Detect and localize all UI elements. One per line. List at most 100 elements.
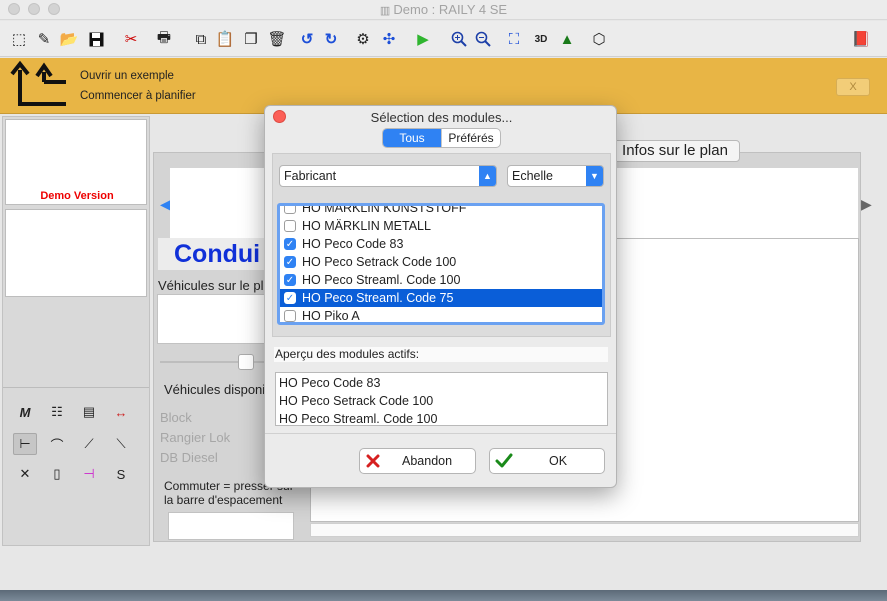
chevron-down-icon: ▲ <box>479 166 496 186</box>
m-tool-icon[interactable]: M <box>13 401 37 423</box>
demo-version-label: Demo Version <box>40 190 114 202</box>
switch-left-icon[interactable]: ⟋ <box>77 433 101 455</box>
dialog-title: Sélection des modules... <box>370 110 513 125</box>
crossing-icon[interactable]: ✕ <box>13 463 37 485</box>
ok-button-label: OK <box>549 454 568 468</box>
zoom-in-icon[interactable] <box>448 28 470 50</box>
module-list[interactable]: HO MÄRKLIN KUNSTSTOFF HO MÄRKLIN METALL … <box>277 203 605 325</box>
list-item[interactable]: HO Piko A <box>280 307 602 322</box>
scale-select-value: Echelle <box>512 169 553 183</box>
hint-input-box[interactable] <box>168 512 294 540</box>
banner-close-button[interactable]: X <box>836 78 870 96</box>
app-icon: ▥ <box>379 5 394 17</box>
checkbox[interactable] <box>284 206 296 214</box>
vehicles-available-label: Véhicules disponi <box>164 382 266 397</box>
active-module-item: HO Peco Code 83 <box>279 376 381 390</box>
new-icon[interactable]: ⬚ <box>8 28 30 50</box>
preview-box: Demo Version <box>5 119 147 205</box>
list-item-selected[interactable]: ✓ HO Peco Streaml. Code 75 <box>280 289 602 307</box>
open-example-link[interactable]: Ouvrir un exemple <box>80 70 174 82</box>
delete-icon[interactable]: 🗑 <box>266 28 288 50</box>
cancel-button-label: Abandon <box>402 454 453 468</box>
filter-segmented-control: Tous Préférés <box>382 128 501 148</box>
3d-icon[interactable]: 3D <box>530 28 552 50</box>
signal-icon[interactable]: ⊣ <box>77 463 101 485</box>
redo-icon[interactable]: ↻ <box>320 28 342 50</box>
checkbox-checked[interactable]: ✓ <box>284 256 296 268</box>
list-item[interactable]: ✓ HO Peco Streaml. Code 100 <box>280 271 602 289</box>
horizontal-scrollbar[interactable] <box>310 523 859 537</box>
start-planning-link[interactable]: Commencer à planifier <box>80 90 196 102</box>
paste-icon[interactable]: 📋 <box>214 28 236 50</box>
active-modules-list[interactable]: HO Peco Code 83 HO Peco Setrack Code 100… <box>275 372 608 426</box>
toolbar: ⬚ ✎ 📂 ✂ 🖶 ⧉ 📋 ❐ 🗑 ↺ ↻ ⚙ ✣ ▶ ⛶ 3D ▲ ⬡ 📕 <box>0 21 887 57</box>
curve-track-icon[interactable]: ⌒ <box>45 433 69 455</box>
print-icon[interactable]: 🖶 <box>153 28 175 50</box>
duplicate-icon[interactable]: ❐ <box>240 28 262 50</box>
desktop-background <box>0 590 887 601</box>
straight-track-icon[interactable]: ⊢ <box>13 433 37 455</box>
vehicle-item[interactable]: DB Diesel <box>160 450 218 465</box>
copy-icon[interactable]: ⧉ <box>190 28 212 50</box>
vehicles-on-plan-list[interactable] <box>157 294 267 344</box>
scale-select[interactable]: Echelle ▼ <box>507 165 604 187</box>
list-item[interactable]: ✓ HO Peco Code 83 <box>280 235 602 253</box>
box-icon[interactable]: ⬡ <box>588 28 610 50</box>
left-panel: Demo Version M ☷ ▤ ↔ ⊢ ⌒ ⟋ ⟍ ✕ ▯ ⊣ S <box>2 116 150 546</box>
zoom-out-icon[interactable] <box>472 28 494 50</box>
tab-preferes[interactable]: Préférés <box>441 129 500 147</box>
connector-tool-icon[interactable]: ↔ <box>109 401 133 423</box>
list-item[interactable]: HO MÄRKLIN KUNSTSTOFF <box>280 206 602 217</box>
vehicle-item[interactable]: Block <box>160 410 192 425</box>
cut-icon[interactable]: ✂ <box>120 28 142 50</box>
list-item[interactable]: HO MÄRKLIN METALL <box>280 217 602 235</box>
scroll-right-icon[interactable]: ▶ <box>861 196 872 213</box>
tab-tous[interactable]: Tous <box>383 129 441 147</box>
cancel-button[interactable]: Abandon <box>359 448 476 474</box>
vehicle-item[interactable]: Rangier Lok <box>160 430 230 445</box>
checkbox[interactable] <box>284 310 296 322</box>
checkbox[interactable] <box>284 220 296 232</box>
ok-button[interactable]: OK <box>489 448 605 474</box>
window-title-text: Demo : RAILY 4 SE <box>393 2 508 17</box>
switch-hint-line-2: la barre d'espacement <box>164 493 283 507</box>
module-selection-dialog: Sélection des modules... Tous Préférés F… <box>264 105 617 488</box>
folder-icon[interactable]: 📂 <box>58 28 80 50</box>
chevron-down-icon: ▼ <box>586 166 603 186</box>
checkbox-checked[interactable]: ✓ <box>284 238 296 250</box>
panel-divider <box>3 387 149 388</box>
speed-slider-thumb[interactable] <box>238 354 254 370</box>
return-arrow-icon <box>10 60 66 106</box>
fit-icon[interactable]: ⛶ <box>503 28 525 50</box>
terrain-icon[interactable]: ▲ <box>556 28 578 50</box>
module-tool-icon[interactable]: ▤ <box>77 401 101 423</box>
book-icon[interactable]: 📕 <box>850 28 872 50</box>
switch-right-icon[interactable]: ⟍ <box>109 433 133 455</box>
active-modules-label: Aperçu des modules actifs: <box>274 347 608 362</box>
manufacturer-select[interactable]: Fabricant ▲ <box>279 165 497 187</box>
overview-box <box>5 209 147 297</box>
checkmark-icon <box>495 453 513 468</box>
layers-icon[interactable]: ⚙ <box>352 28 374 50</box>
info-icon[interactable]: ✣ <box>378 28 400 50</box>
title-bar: ▥ Demo : RAILY 4 SE <box>0 0 887 20</box>
window-title: ▥ Demo : RAILY 4 SE <box>0 2 887 17</box>
conduite-title: Condui <box>158 238 278 270</box>
checkbox-checked[interactable]: ✓ <box>284 292 296 304</box>
active-module-item: HO Peco Streaml. Code 100 <box>279 412 438 426</box>
open-icon[interactable]: ✎ <box>33 28 55 50</box>
bridge-icon[interactable]: ▯ <box>45 463 69 485</box>
close-icon <box>366 454 380 468</box>
manufacturer-select-value: Fabricant <box>284 169 337 183</box>
active-module-item: HO Peco Setrack Code 100 <box>279 394 434 408</box>
play-icon[interactable]: ▶ <box>412 28 434 50</box>
list-item[interactable]: ✓ HO Peco Setrack Code 100 <box>280 253 602 271</box>
dialog-divider <box>265 433 616 434</box>
tab-infos-plan[interactable]: Infos sur le plan <box>610 140 740 162</box>
undo-icon[interactable]: ↺ <box>296 28 318 50</box>
vehicles-on-plan-label: Véhicules sur le pl <box>158 278 264 293</box>
flex-track-icon[interactable]: S <box>109 463 133 485</box>
rails-tool-icon[interactable]: ☷ <box>45 401 69 423</box>
checkbox-checked[interactable]: ✓ <box>284 274 296 286</box>
save-icon[interactable] <box>85 28 107 50</box>
